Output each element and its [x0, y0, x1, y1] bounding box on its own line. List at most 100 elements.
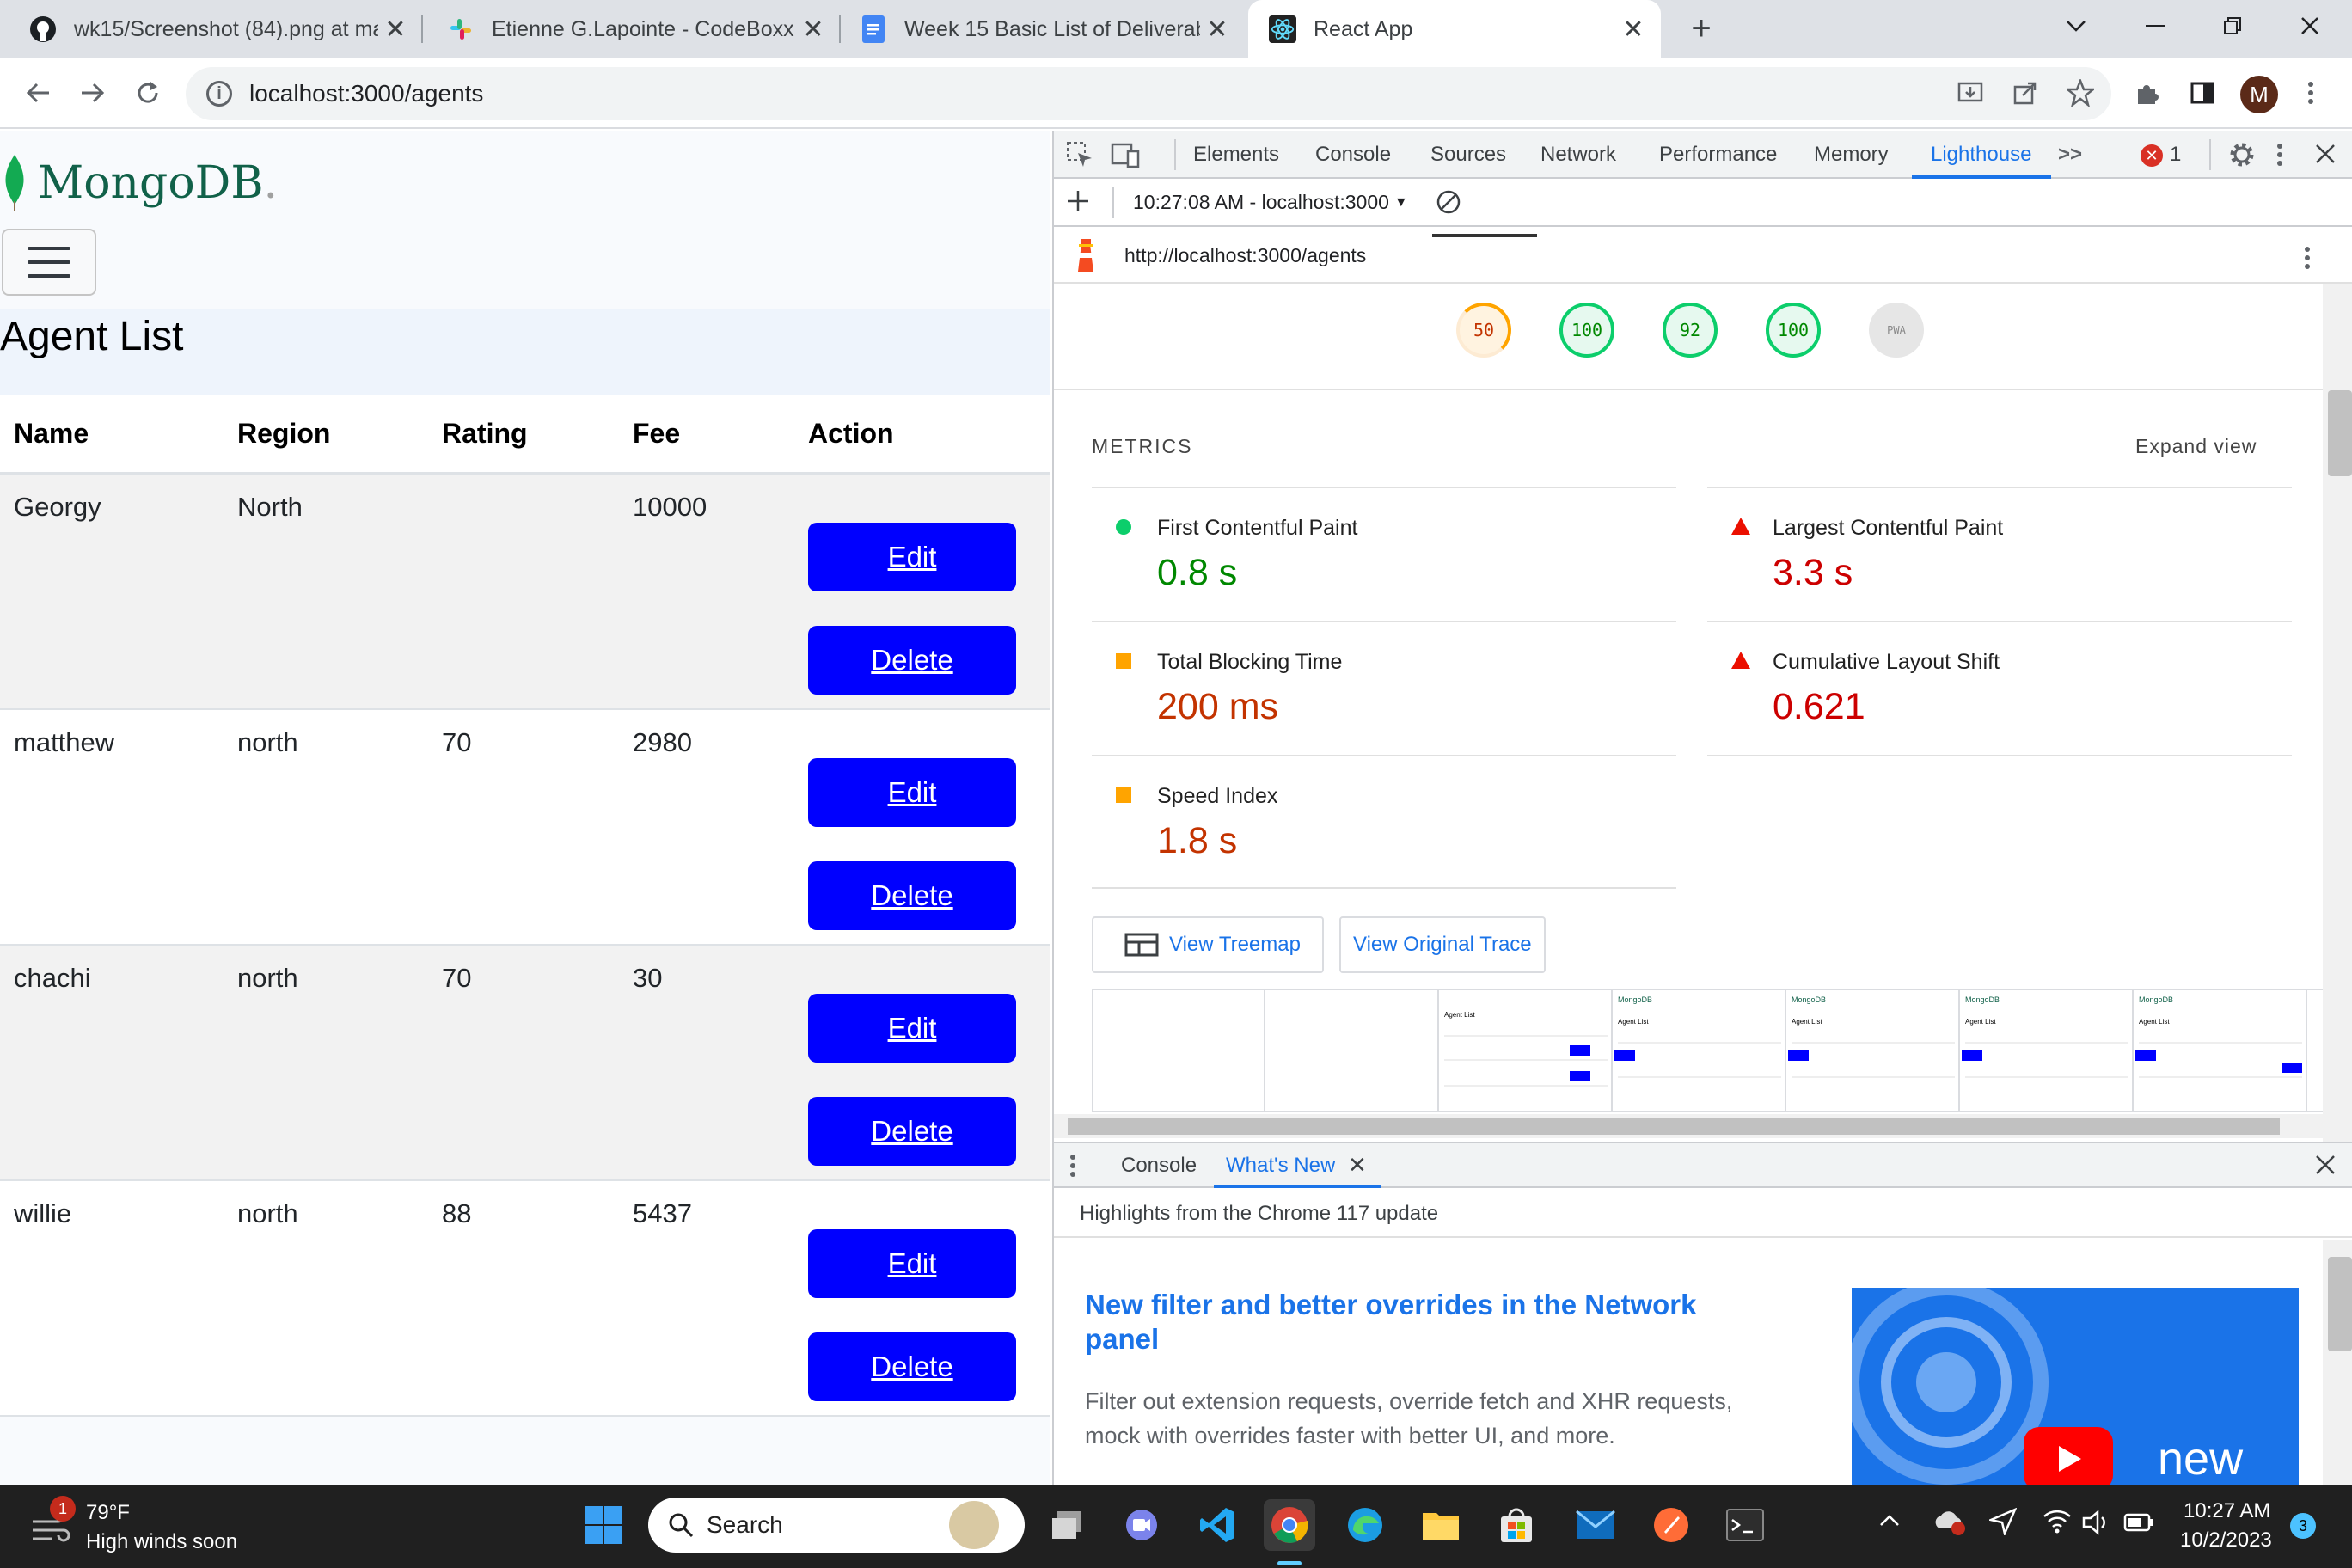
drawer-tab-whats-new[interactable]: What's New	[1226, 1154, 1335, 1178]
close-tab-icon[interactable]: ✕	[796, 15, 830, 45]
battery-icon[interactable]	[2123, 1513, 2154, 1536]
pwa-badge-icon[interactable]: PWA	[1869, 303, 1924, 358]
horizontal-scrollbar-thumb[interactable]	[1068, 1118, 2280, 1135]
error-count[interactable]: 1	[2170, 143, 2181, 167]
task-view-icon[interactable]	[1042, 1499, 1093, 1551]
delete-button[interactable]: Delete	[808, 1332, 1016, 1401]
settings-gear-icon[interactable]	[2228, 141, 2256, 173]
whats-new-headline[interactable]: New filter and better overrides in the N…	[1085, 1288, 1738, 1357]
reload-icon[interactable]	[127, 72, 168, 113]
report-url[interactable]: http://localhost:3000/agents	[1124, 244, 1366, 267]
whats-new-video-thumbnail[interactable]: new	[1852, 1288, 2299, 1485]
error-icon[interactable]: ✕	[2141, 144, 2163, 167]
weather-description[interactable]: High winds soon	[86, 1530, 237, 1554]
tab-lighthouse[interactable]: Lighthouse	[1931, 143, 2031, 167]
close-drawer-icon[interactable]	[2314, 1154, 2337, 1180]
drawer-tab-console[interactable]: Console	[1121, 1154, 1197, 1178]
best-practices-score-gauge[interactable]: 92	[1663, 303, 1718, 358]
filmstrip-line	[1792, 1076, 1955, 1078]
profile-avatar[interactable]: M	[2240, 76, 2278, 113]
wifi-icon[interactable]	[2043, 1508, 2072, 1538]
tab-sources[interactable]: Sources	[1430, 143, 1506, 167]
windows-start-icon[interactable]	[578, 1499, 629, 1551]
restore-icon[interactable]	[2194, 0, 2271, 52]
metric-name: Speed Index	[1157, 784, 1278, 808]
edit-button[interactable]: Edit	[808, 994, 1016, 1063]
navbar-toggle-button[interactable]	[2, 229, 96, 296]
edit-button[interactable]: Edit	[808, 1229, 1016, 1298]
share-icon[interactable]	[2005, 72, 2046, 113]
close-devtools-icon[interactable]	[2314, 143, 2337, 169]
browser-tab[interactable]: Etienne G.Lapointe - CodeBoxx T ✕	[426, 0, 841, 58]
device-toolbar-icon[interactable]	[1111, 141, 1140, 173]
inspect-element-icon[interactable]	[1066, 141, 1093, 173]
tab-search-icon[interactable]	[2037, 0, 2115, 52]
notification-badge[interactable]: 3	[2290, 1513, 2316, 1539]
taskbar-search[interactable]: Search	[648, 1498, 1025, 1553]
close-tab-icon[interactable]: ✕	[1200, 15, 1234, 45]
close-tab-icon[interactable]: ✕	[378, 15, 413, 45]
devtools-menu-icon[interactable]	[2276, 141, 2283, 173]
file-explorer-icon[interactable]	[1415, 1499, 1467, 1551]
delete-button[interactable]: Delete	[808, 626, 1016, 695]
report-menu-icon[interactable]	[2304, 244, 2311, 276]
chrome-icon[interactable]	[1264, 1499, 1315, 1551]
tab-elements[interactable]: Elements	[1193, 143, 1279, 167]
vertical-scrollbar-thumb[interactable]	[2328, 390, 2352, 476]
youtube-play-icon[interactable]	[2024, 1427, 2113, 1485]
drawer-menu-icon[interactable]	[1069, 1154, 1076, 1182]
forward-arrow-icon[interactable]	[72, 72, 113, 113]
terminal-icon[interactable]	[1719, 1499, 1771, 1551]
location-icon[interactable]	[1987, 1507, 2018, 1540]
filmstrip-button	[1570, 1045, 1590, 1056]
browser-tab[interactable]: Week 15 Basic List of Deliverable ✕	[839, 0, 1245, 58]
close-drawer-tab-icon[interactable]: ✕	[1348, 1152, 1367, 1179]
tab-network[interactable]: Network	[1540, 143, 1616, 167]
new-report-plus-icon[interactable]	[1066, 189, 1090, 217]
clock-time[interactable]: 10:27 AM	[2184, 1499, 2270, 1523]
clock-date[interactable]: 10/2/2023	[2180, 1528, 2272, 1553]
browser-tab[interactable]: wk15/Screenshot (84).png at ma ✕	[9, 0, 423, 58]
edge-icon[interactable]	[1339, 1499, 1391, 1551]
tab-console[interactable]: Console	[1315, 143, 1391, 167]
view-original-trace-button[interactable]: View Original Trace	[1339, 916, 1546, 973]
volume-icon[interactable]	[2082, 1510, 2111, 1540]
view-treemap-button[interactable]: View Treemap	[1092, 916, 1324, 973]
onedrive-error-icon[interactable]	[1932, 1508, 1967, 1540]
more-tabs-chevron-icon[interactable]: >>	[2058, 143, 2082, 167]
clear-reports-icon[interactable]	[1436, 189, 1461, 219]
drawer-scrollbar-thumb[interactable]	[2328, 1257, 2352, 1351]
minimize-icon[interactable]	[2116, 0, 2194, 52]
seo-score-gauge[interactable]: 100	[1766, 303, 1821, 358]
tab-performance[interactable]: Performance	[1659, 143, 1777, 167]
tab-memory[interactable]: Memory	[1814, 143, 1889, 167]
address-bar[interactable]: i localhost:3000/agents	[186, 67, 2111, 120]
delete-button[interactable]: Delete	[808, 861, 1016, 930]
edit-button[interactable]: Edit	[808, 523, 1016, 591]
edit-button[interactable]: Edit	[808, 758, 1016, 827]
teams-chat-icon[interactable]	[1116, 1499, 1167, 1551]
microsoft-store-icon[interactable]	[1491, 1499, 1542, 1551]
extensions-puzzle-icon[interactable]	[2127, 72, 2168, 113]
mail-icon[interactable]	[1570, 1499, 1621, 1551]
browser-tab-active[interactable]: React App ✕	[1248, 0, 1661, 58]
vscode-icon[interactable]	[1191, 1499, 1243, 1551]
back-arrow-icon[interactable]	[17, 72, 58, 113]
chrome-menu-icon[interactable]	[2290, 72, 2331, 113]
mongodb-logo[interactable]: MongoDB.	[0, 153, 278, 213]
delete-button[interactable]: Delete	[808, 1097, 1016, 1166]
window-close-icon[interactable]	[2271, 0, 2349, 52]
close-tab-icon[interactable]: ✕	[1616, 15, 1651, 45]
report-selector[interactable]: 10:27:08 AM - localhost:3000 ▼	[1133, 191, 1408, 214]
postman-icon[interactable]	[1645, 1499, 1697, 1551]
site-info-icon[interactable]: i	[206, 81, 232, 107]
install-app-icon[interactable]	[1950, 72, 1991, 113]
accessibility-score-gauge[interactable]: 100	[1559, 303, 1614, 358]
expand-view-toggle[interactable]: Expand view	[2135, 435, 2257, 458]
new-tab-button[interactable]: +	[1680, 7, 1723, 50]
show-hidden-icons-chevron[interactable]	[1879, 1513, 1900, 1531]
side-panel-icon[interactable]	[2182, 72, 2223, 113]
weather-temperature[interactable]: 79°F	[86, 1501, 130, 1525]
bookmark-star-icon[interactable]	[2060, 72, 2101, 113]
performance-score-gauge[interactable]: 50	[1456, 303, 1511, 358]
